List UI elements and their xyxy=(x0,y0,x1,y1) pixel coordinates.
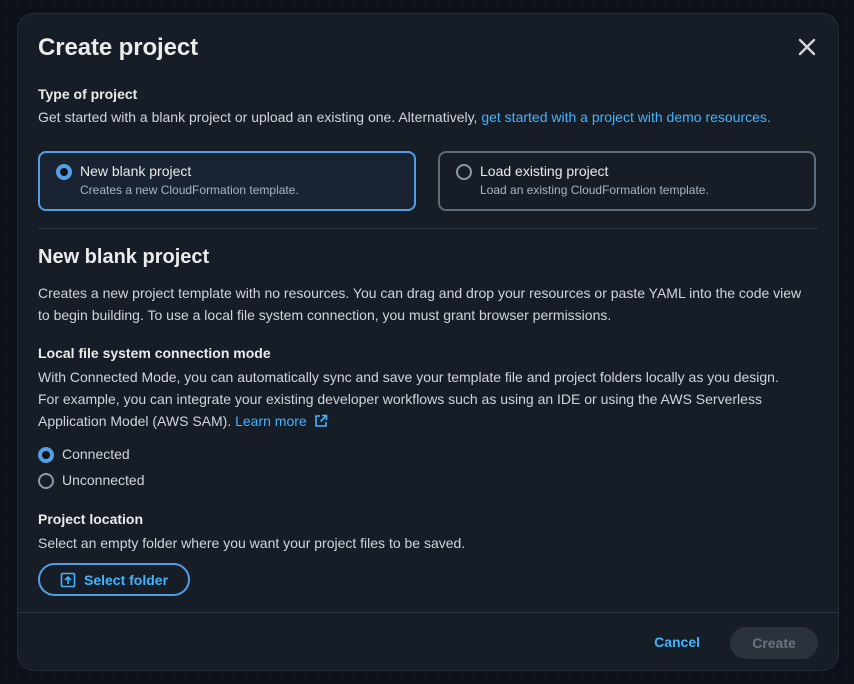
radio-unselected-icon[interactable] xyxy=(38,473,54,489)
description-line: Application Model (AWS SAM). Learn more xyxy=(38,410,779,432)
project-location-label: Project location xyxy=(38,511,144,527)
load-existing-project-tile[interactable]: Load existing project Load an existing C… xyxy=(438,151,816,211)
modal-footer: Cancel Create xyxy=(18,612,838,670)
option-label: Connected xyxy=(62,446,130,462)
close-button[interactable] xyxy=(794,34,820,60)
type-of-project-text: Get started with a blank project or uplo… xyxy=(38,109,482,125)
connected-radio-option[interactable]: Connected xyxy=(38,445,148,465)
learn-more-link[interactable]: Learn more xyxy=(235,413,327,429)
blank-project-description: Creates a new project template with no r… xyxy=(38,282,801,326)
radio-selected-icon[interactable] xyxy=(38,447,54,463)
cancel-button[interactable]: Cancel xyxy=(654,634,700,650)
section-heading: New blank project xyxy=(38,246,210,268)
create-project-modal: Create project Type of project Get start… xyxy=(18,14,838,670)
tile-description: Load an existing CloudFormation template… xyxy=(480,183,709,197)
radio-selected-icon[interactable] xyxy=(56,164,72,180)
description-line: For example, you can integrate your exis… xyxy=(38,391,762,407)
tile-title: Load existing project xyxy=(480,163,609,179)
option-label: Unconnected xyxy=(62,472,145,488)
radio-unselected-icon[interactable] xyxy=(456,164,472,180)
tile-description: Creates a new CloudFormation template. xyxy=(80,183,299,197)
new-blank-project-tile[interactable]: New blank project Creates a new CloudFor… xyxy=(38,151,416,211)
create-button[interactable]: Create xyxy=(730,627,818,659)
connection-mode-label: Local file system connection mode xyxy=(38,345,271,361)
modal-title: Create project xyxy=(38,34,198,61)
folder-upload-icon xyxy=(60,572,76,587)
select-folder-label: Select folder xyxy=(83,571,169,588)
connection-mode-description: With Connected Mode, you can automatical… xyxy=(38,366,779,432)
tile-title: New blank project xyxy=(80,163,192,179)
demo-resources-link[interactable]: get started with a project with demo res… xyxy=(481,109,770,125)
description-text: Application Model (AWS SAM). xyxy=(38,413,236,429)
select-folder-button[interactable]: Select folder xyxy=(38,563,190,596)
unconnected-radio-option[interactable]: Unconnected xyxy=(38,471,168,491)
description-line: Creates a new project template with no r… xyxy=(38,285,802,301)
close-icon xyxy=(798,38,816,56)
divider xyxy=(38,228,818,229)
description-line: to begin building. To use a local file s… xyxy=(38,307,612,323)
description-line: With Connected Mode, you can automatical… xyxy=(38,369,779,385)
project-location-description: Select an empty folder where you want yo… xyxy=(38,535,466,551)
type-of-project-description: Get started with a blank project or uplo… xyxy=(38,106,771,128)
learn-more-label: Learn more xyxy=(235,413,307,429)
type-of-project-label: Type of project xyxy=(38,86,138,102)
external-link-icon xyxy=(314,414,327,427)
